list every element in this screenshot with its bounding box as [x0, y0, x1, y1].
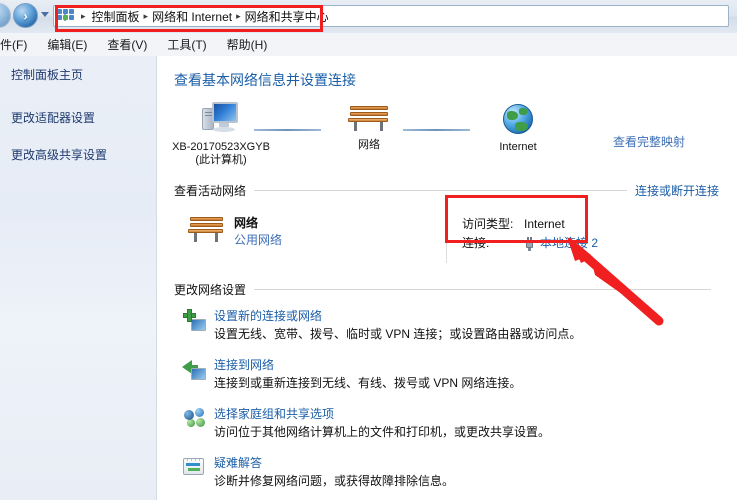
breadcrumb-item-control-panel[interactable]: 控制面板	[92, 8, 140, 25]
map-node-internet-label: Internet	[499, 141, 537, 153]
new-connection-icon	[182, 308, 206, 332]
address-bar[interactable]: ▸ 控制面板 ▸ 网络和 Internet ▸ 网络和共享中心	[53, 5, 729, 27]
change-settings-list: 设置新的连接或网络 设置无线、宽带、拨号、临时或 VPN 连接；或设置路由器或访…	[174, 308, 737, 490]
network-bench-icon	[188, 215, 224, 242]
connection-value-link[interactable]: 本地连接 2	[540, 234, 598, 253]
active-network-identity[interactable]: 网络 公用网络	[188, 213, 282, 249]
active-networks-section-header: 查看活动网络 连接或断开连接	[174, 182, 719, 199]
connect-to-network-link[interactable]: 连接到网络	[214, 357, 521, 374]
breadcrumb-item-network-internet[interactable]: 网络和 Internet	[152, 8, 232, 25]
breadcrumb-item-network-sharing-center[interactable]: 网络和共享中心	[245, 8, 329, 25]
network-bench-icon	[348, 104, 390, 134]
back-button[interactable]: ‹	[0, 3, 11, 28]
active-network-name: 网络	[234, 216, 259, 230]
menu-tools[interactable]: 工具(T)	[157, 34, 216, 55]
menu-edit[interactable]: 编辑(E)	[37, 34, 97, 55]
view-full-map-link[interactable]: 查看完整映射	[613, 134, 685, 151]
change-settings-title: 更改网络设置	[174, 283, 247, 297]
access-type-label: 访问类型:	[462, 217, 514, 231]
connect-network-icon	[182, 357, 206, 381]
recent-pages-dropdown-icon[interactable]	[41, 12, 49, 17]
forward-arrow-icon: ›	[23, 8, 28, 23]
breadcrumb-separator-1[interactable]: ▸	[144, 11, 149, 22]
list-item-troubleshoot[interactable]: 疑难解答 诊断并修复网络问题，或获得故障排除信息。	[174, 455, 737, 490]
connect-to-network-desc: 连接到或重新连接到无线、有线、拨号或 VPN 网络连接。	[214, 376, 522, 390]
network-map: XB-20170523XGYB (此计算机) 网络 Internet 查看完整映…	[158, 98, 737, 176]
window-chrome: ‹ › ▸ 控制面板 ▸ 网络和 Internet ▸	[0, 0, 737, 33]
sidebar-item-control-panel-home[interactable]: 控制面板主页	[11, 66, 156, 83]
map-node-computer-sublabel: (此计算机)	[195, 154, 247, 166]
connection-row: 连接: 本地连接 2	[462, 234, 598, 253]
network-sharing-center-window: ‹ › ▸ 控制面板 ▸ 网络和 Internet ▸	[0, 0, 737, 500]
content-pane: 查看基本网络信息并设置连接 XB-20170523XGYB (此计算机) 网络 …	[158, 56, 737, 500]
map-node-computer-label: XB-20170523XGYB	[172, 141, 270, 153]
map-node-internet[interactable]: Internet	[453, 102, 583, 154]
menu-help[interactable]: 帮助(H)	[217, 34, 278, 55]
list-item-homegroup-sharing-options[interactable]: 选择家庭组和共享选项 访问位于其他网络计算机上的文件和打印机，或更改共享设置。	[174, 406, 737, 441]
troubleshoot-desc: 诊断并修复网络问题，或获得故障排除信息。	[214, 474, 455, 488]
computer-icon	[202, 102, 240, 136]
section-divider	[254, 190, 627, 191]
sidebar-item-change-adapter-settings[interactable]: 更改适配器设置	[11, 109, 156, 126]
active-networks-title: 查看活动网络	[174, 184, 247, 198]
sidebar: 控制面板主页 更改适配器设置 更改高级共享设置	[0, 56, 157, 500]
homegroup-sharing-options-link[interactable]: 选择家庭组和共享选项	[214, 406, 550, 423]
list-item-connect-to-network[interactable]: 连接到网络 连接到或重新连接到无线、有线、拨号或 VPN 网络连接。	[174, 357, 737, 392]
active-network-row: 网络 公用网络 访问类型: Internet 连接: 本地连接 2	[174, 211, 737, 267]
page-title: 查看基本网络信息并设置连接	[174, 72, 356, 88]
troubleshoot-icon	[182, 455, 206, 479]
section-divider	[254, 289, 711, 290]
network-plug-icon	[524, 236, 535, 251]
active-network-profile-link[interactable]: 公用网络	[234, 232, 282, 249]
map-node-network-label: 网络	[358, 139, 380, 151]
menu-bar: 件(F) 编辑(E) 查看(V) 工具(T) 帮助(H)	[0, 33, 737, 56]
address-bar-wrapper: ▸ 控制面板 ▸ 网络和 Internet ▸ 网络和共享中心	[53, 5, 729, 27]
navigation-buttons: ‹ ›	[0, 3, 38, 28]
setup-new-connection-desc: 设置无线、宽带、拨号、临时或 VPN 连接；或设置路由器或访问点。	[214, 327, 582, 341]
forward-button[interactable]: ›	[13, 3, 38, 28]
breadcrumb-separator-0[interactable]: ▸	[81, 11, 86, 22]
access-type-value: Internet	[524, 217, 565, 231]
breadcrumb: ▸ 控制面板 ▸ 网络和 Internet ▸ 网络和共享中心	[77, 6, 329, 26]
change-settings-section-header: 更改网络设置	[174, 281, 719, 298]
homegroup-icon	[182, 406, 206, 430]
access-type-row: 访问类型: Internet	[462, 215, 598, 234]
map-node-computer[interactable]: XB-20170523XGYB (此计算机)	[158, 102, 286, 167]
sidebar-item-change-advanced-sharing-settings[interactable]: 更改高级共享设置	[11, 146, 156, 163]
connection-label: 连接:	[462, 236, 490, 250]
globe-icon	[503, 104, 533, 134]
breadcrumb-separator-2[interactable]: ▸	[236, 11, 241, 22]
menu-file[interactable]: 件(F)	[0, 34, 37, 55]
active-network-divider	[446, 211, 447, 263]
network-sharing-icon	[57, 8, 74, 24]
connect-or-disconnect-link[interactable]: 连接或断开连接	[635, 182, 719, 199]
homegroup-sharing-options-desc: 访问位于其他网络计算机上的文件和打印机，或更改共享设置。	[214, 425, 551, 439]
back-arrow-icon: ‹	[0, 9, 1, 22]
menu-view[interactable]: 查看(V)	[97, 34, 157, 55]
active-network-details: 访问类型: Internet 连接: 本地连接 2	[462, 215, 598, 253]
troubleshoot-link[interactable]: 疑难解答	[214, 455, 454, 472]
setup-new-connection-link[interactable]: 设置新的连接或网络	[214, 308, 581, 325]
list-item-setup-new-connection[interactable]: 设置新的连接或网络 设置无线、宽带、拨号、临时或 VPN 连接；或设置路由器或访…	[174, 308, 737, 343]
map-node-network[interactable]: 网络	[304, 102, 434, 152]
